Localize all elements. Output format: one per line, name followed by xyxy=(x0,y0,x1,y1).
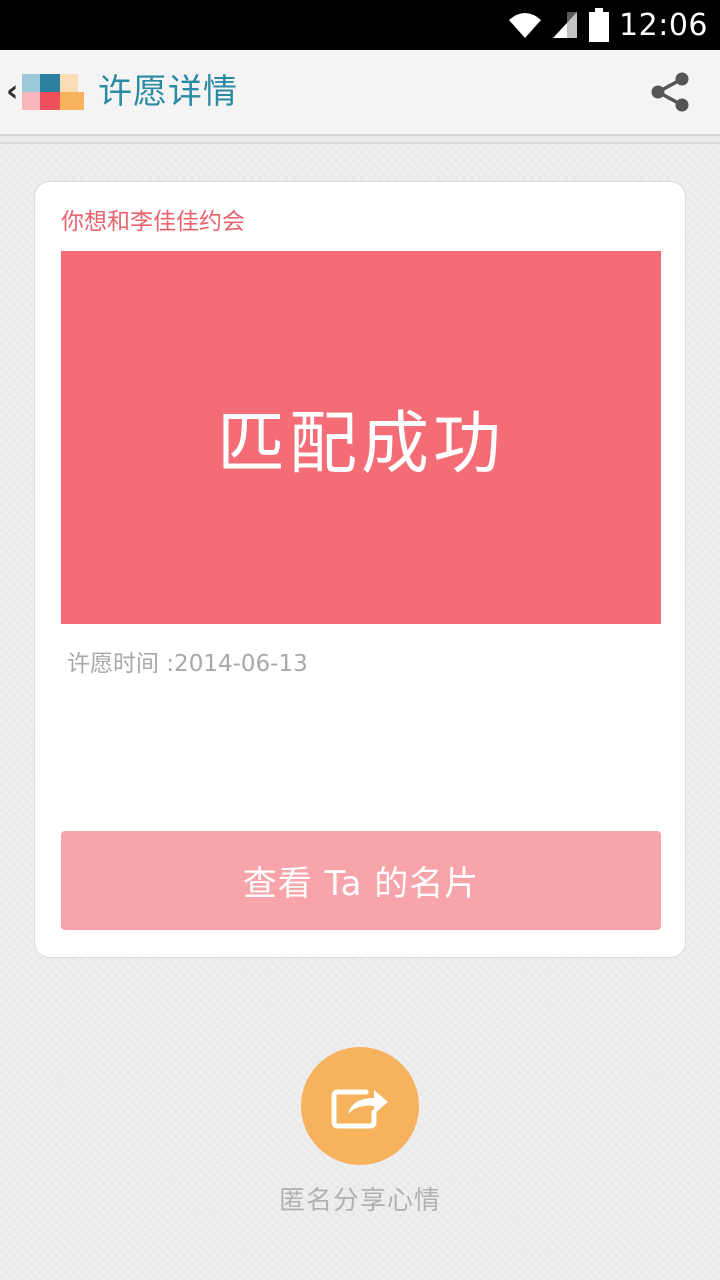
view-card-button[interactable]: 查看 Ta 的名片 xyxy=(61,831,661,930)
match-status-text: 匹配成功 xyxy=(216,405,505,484)
status-time: 12:06 xyxy=(619,7,708,43)
signal-icon xyxy=(553,12,578,38)
match-banner: 匹配成功 xyxy=(61,251,661,624)
app-header: ‹ 许愿详情 xyxy=(0,50,720,134)
wish-time: 许愿时间 :2014-06-13 xyxy=(67,651,308,677)
header-divider xyxy=(0,134,720,144)
share-mood-button[interactable] xyxy=(301,1047,419,1165)
status-bar: 12:06 xyxy=(0,0,720,50)
wish-card: 你想和李佳佳约会 匹配成功 许愿时间 :2014-06-13 查看 Ta 的名片 xyxy=(34,181,686,958)
page-title: 许愿详情 xyxy=(98,72,238,112)
share-button[interactable] xyxy=(648,70,692,114)
share-icon xyxy=(651,72,689,112)
battery-icon xyxy=(589,8,610,42)
share-out-icon xyxy=(331,1089,388,1129)
status-icons: 12:06 xyxy=(507,0,708,50)
chevron-left-icon: ‹ xyxy=(6,74,19,109)
back-button[interactable]: ‹ xyxy=(6,50,85,134)
wifi-icon xyxy=(509,13,542,38)
wish-title: 你想和李佳佳约会 xyxy=(61,209,245,235)
view-card-label: 查看 Ta 的名片 xyxy=(242,864,480,904)
app-logo-icon xyxy=(22,74,85,110)
share-mood-label: 匿名分享心情 xyxy=(278,1186,441,1216)
